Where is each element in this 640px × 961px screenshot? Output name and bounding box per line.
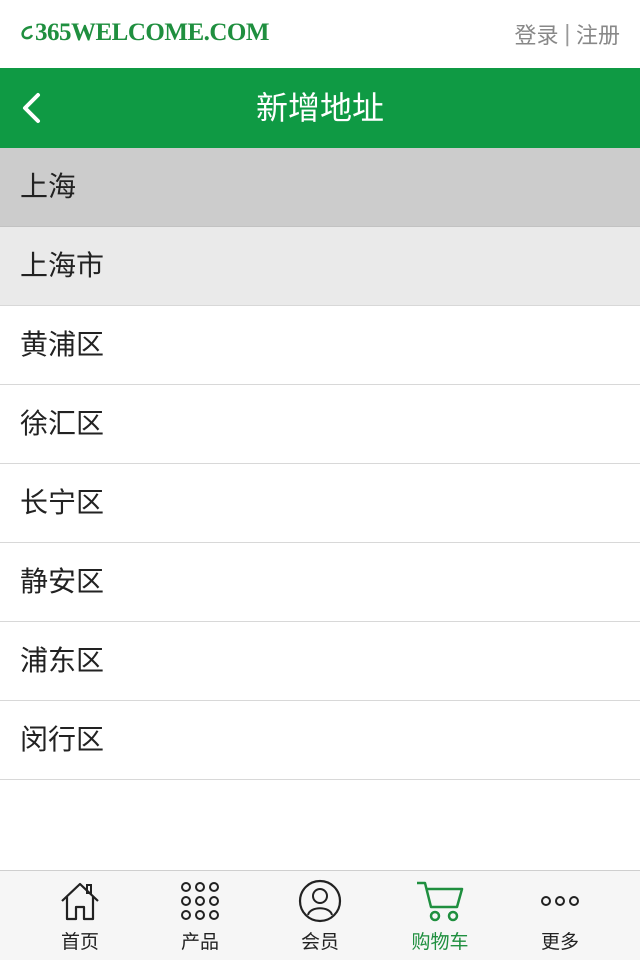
tab-home-label: 首页 (60, 931, 99, 953)
grid-icon (181, 882, 219, 920)
list-item-district[interactable]: 黄浦区 (0, 306, 640, 385)
user-icon (298, 879, 342, 923)
auth-separator: | (563, 21, 571, 47)
logo-swoosh-icon (21, 25, 34, 40)
list-item-province[interactable]: 上海 (0, 148, 640, 227)
login-link[interactable]: 登录 (515, 18, 559, 50)
tab-member-label: 会员 (300, 931, 339, 953)
tab-member[interactable]: 会员 (265, 871, 375, 961)
tab-more-label: 更多 (540, 931, 579, 953)
register-link[interactable]: 注册 (576, 18, 620, 50)
more-icon (541, 896, 579, 906)
tab-home[interactable]: 首页 (25, 871, 135, 961)
list-item-district[interactable]: 长宁区 (0, 464, 640, 543)
tab-cart[interactable]: 购物车 (385, 871, 495, 961)
list-item-district[interactable]: 闵行区 (0, 701, 640, 780)
list-item-city[interactable]: 上海市 (0, 227, 640, 306)
tab-products[interactable]: 产品 (145, 871, 255, 961)
home-icon (61, 882, 99, 921)
cart-icon (417, 881, 464, 922)
bottom-tab-bar: 首页 产品 会员 购物车 更多 (0, 870, 640, 960)
tab-cart-label: 购物车 (411, 931, 469, 953)
site-logo[interactable]: 365WELCOME.COM (18, 16, 269, 50)
region-list: 上海 上海市 黄浦区 徐汇区 长宁区 静安区 浦东区 闵行区 (0, 148, 640, 780)
tab-products-label: 产品 (180, 931, 219, 953)
list-item-district[interactable]: 徐汇区 (0, 385, 640, 464)
tab-more[interactable]: 更多 (505, 871, 615, 961)
logo-text: 365WELCOME.COM (35, 19, 269, 46)
page-title: 新增地址 (255, 89, 384, 127)
page-header: 新增地址 (0, 68, 640, 148)
top-bar: 365WELCOME.COM 登录 | 注册 (0, 0, 640, 68)
auth-links: 登录 | 注册 (515, 18, 620, 50)
list-item-district[interactable]: 浦东区 (0, 622, 640, 701)
list-item-district[interactable]: 静安区 (0, 543, 640, 622)
